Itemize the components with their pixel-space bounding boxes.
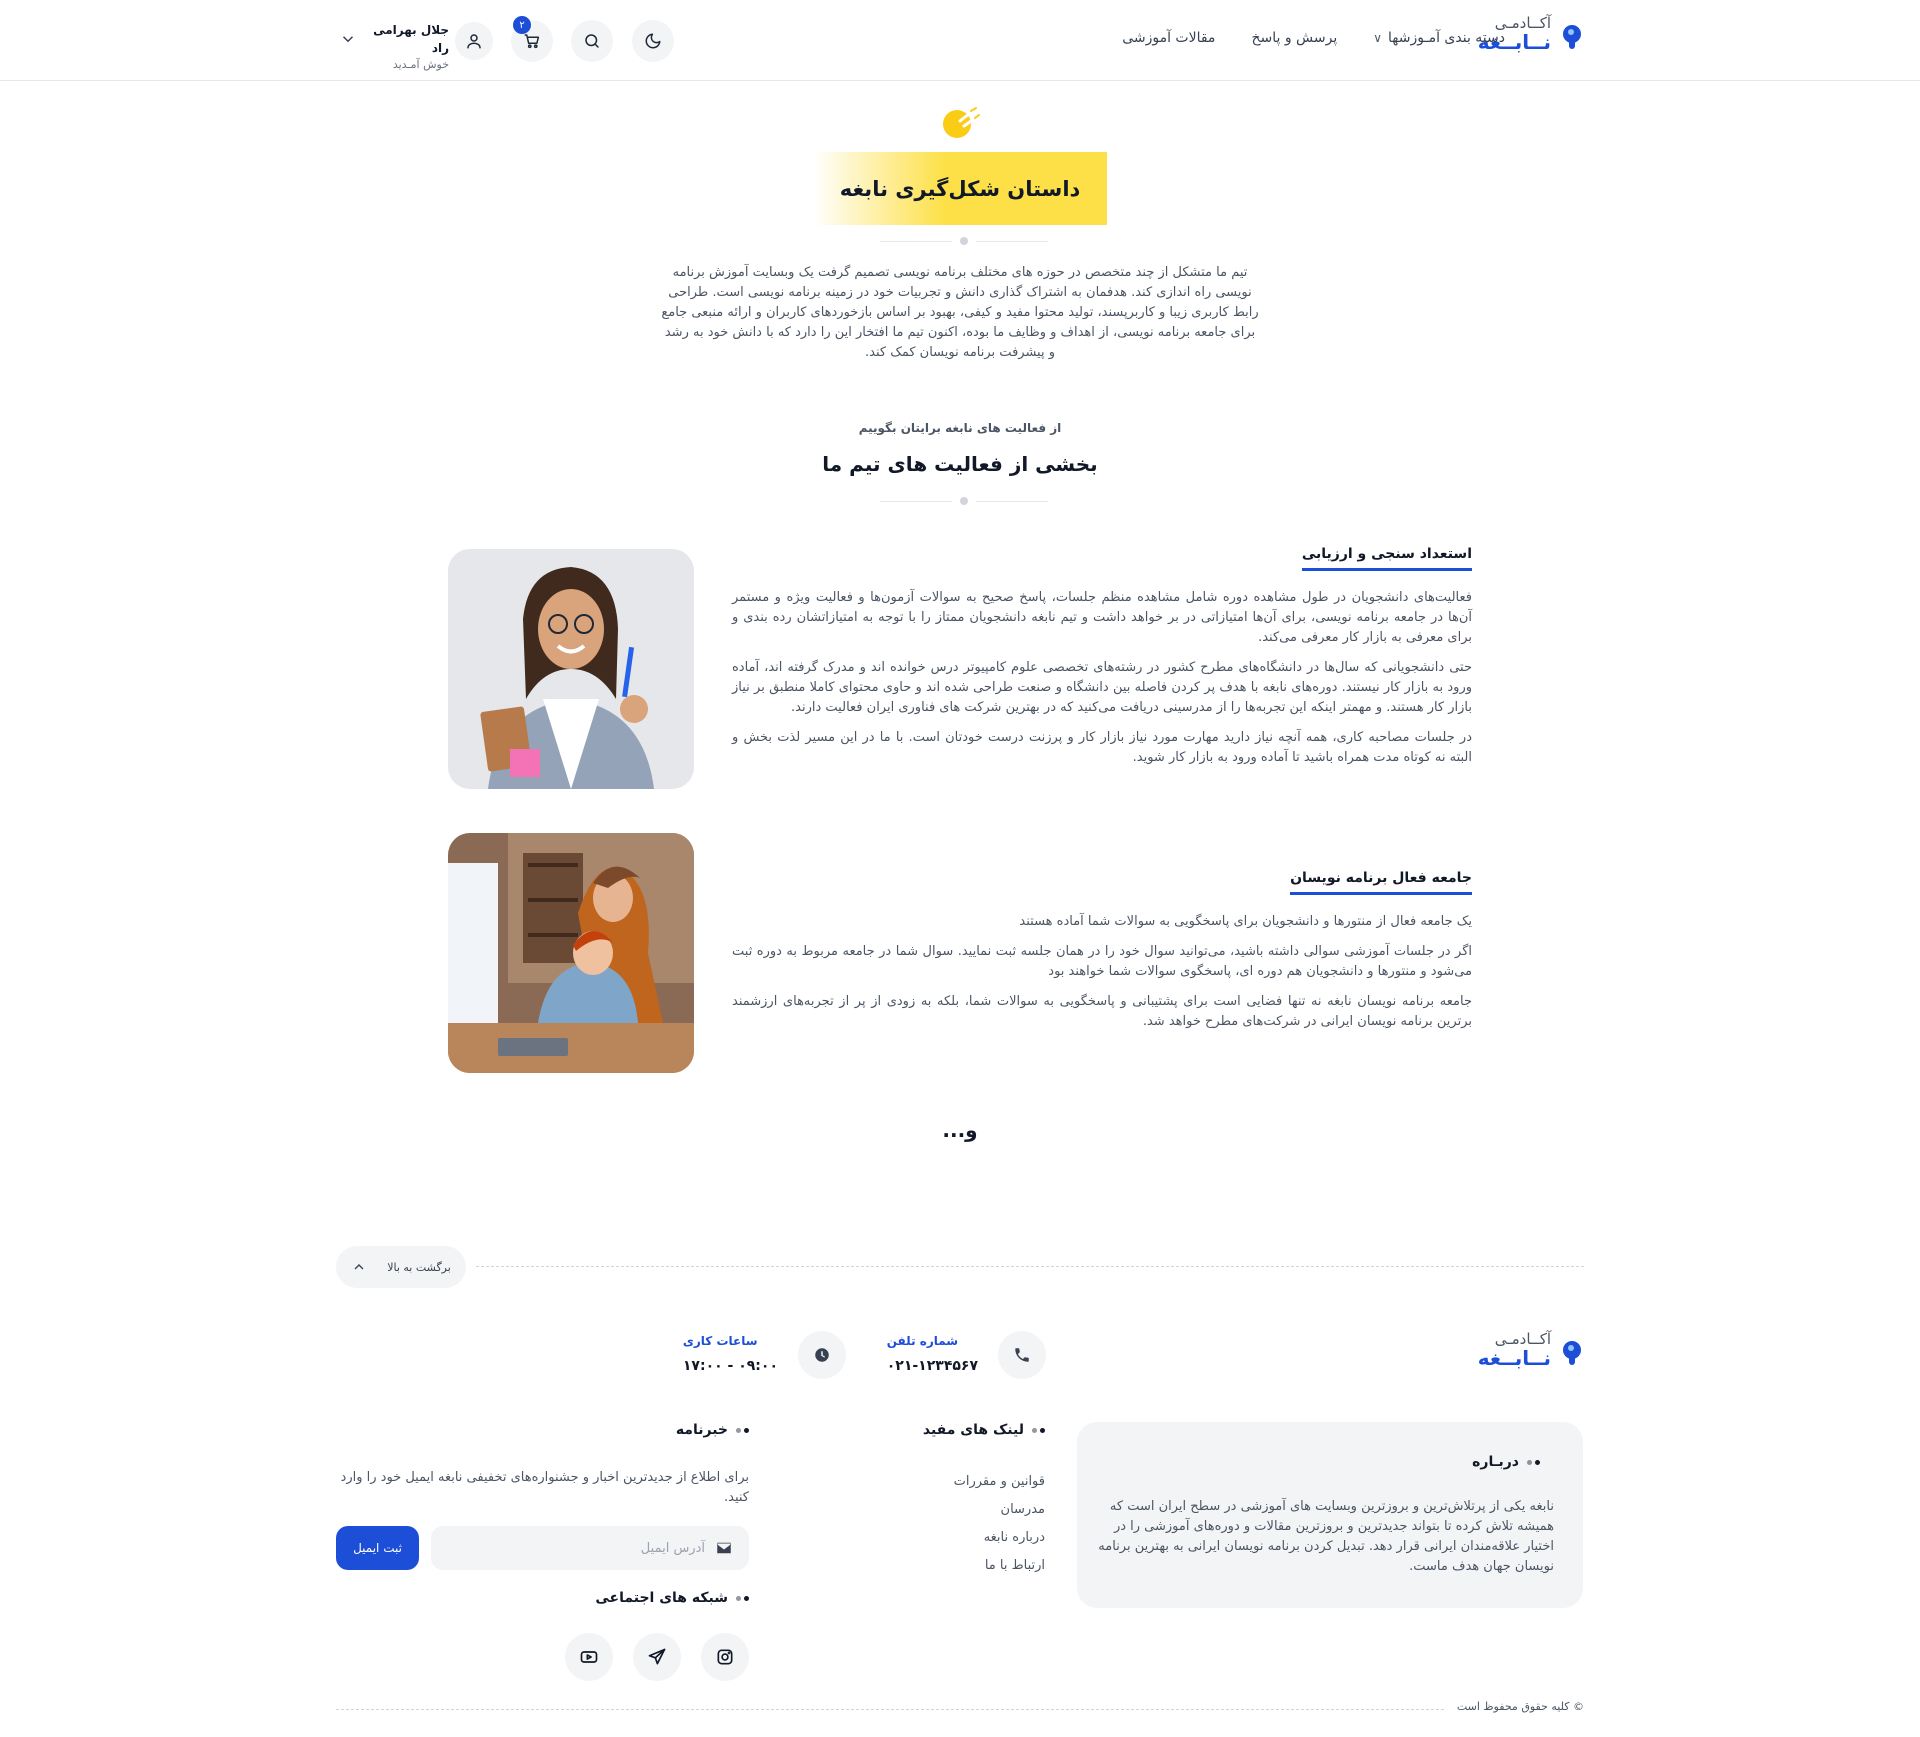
links-heading: لینک های مفید (923, 1422, 1045, 1438)
social-title: شبکه های اجتماعی (595, 1590, 728, 1606)
footer-link-teachers[interactable]: مدرسان (954, 1496, 1045, 1524)
instagram-button[interactable] (701, 1633, 749, 1681)
shooting-star-icon (943, 107, 980, 138)
activity-paragraph: فعالیت‌های دانشجویان در طول مشاهده دوره … (732, 590, 1472, 645)
dots-icon (1032, 1427, 1045, 1433)
phone-contact: شماره تلفن ۰۲۱-۱۲۳۴۵۶۷ (887, 1331, 1046, 1379)
main-nav: دسته بندی آمـوزشها ∨ پرسش و پاسخ مقالات … (1122, 30, 1505, 46)
activity-title: استعداد سنجی و ارزیابی (1301, 546, 1472, 571)
hours-label: ساعات کاری (682, 1334, 758, 1349)
instagram-icon (717, 1649, 733, 1665)
nav-categories[interactable]: دسته بندی آمـوزشها ∨ (1373, 30, 1505, 46)
moon-icon (645, 33, 661, 49)
student-woman-photo (448, 549, 694, 789)
footer-link-rules[interactable]: قوانین و مقررات (954, 1468, 1045, 1496)
activity-paragraph: اگر در جلسات آموزشی سوالی داشته باشید، م… (732, 944, 1472, 979)
cart-button[interactable]: ۲ (511, 16, 553, 62)
telegram-button[interactable] (633, 1633, 681, 1681)
nav-categories-label: دسته بندی آمـوزشها (1388, 30, 1505, 46)
chevron-down-icon (342, 36, 354, 43)
user-name: جلال بهرامی راد (373, 23, 449, 55)
newsletter-text: برای اطلاع از جدیدترین اخبار و جشنواره‌ه… (340, 1470, 749, 1505)
phone-icon (998, 1331, 1046, 1379)
activity-paragraph: جامعه برنامه نویسان نابغه نه تنها فضایی … (732, 994, 1472, 1029)
links-title: لینک های مفید (922, 1422, 1024, 1438)
site-header: آکــادمـی نــابــغه دسته بندی آمـوزشها ∨… (0, 0, 1920, 81)
social-heading: شبکه های اجتماعی (595, 1590, 749, 1606)
footer-logo[interactable]: آکــادمـی نــابــغه (1477, 1331, 1583, 1370)
user-menu-toggle[interactable] (337, 30, 357, 50)
activity-text: فعالیت‌های دانشجویان در طول مشاهده دوره … (732, 588, 1472, 778)
logo-nabegheh-text: نــابــغه (1477, 1345, 1551, 1370)
footer-link-contact[interactable]: ارتباط با ما (954, 1552, 1045, 1580)
about-text: نابغه یکی از پرتلاش‌ترین و بروزترین وبسا… (1098, 1499, 1554, 1574)
submit-email-button[interactable]: ثبت ایمیل (336, 1526, 419, 1570)
copyright-text: © کلیه حقوق محفوظ است (1456, 1700, 1584, 1713)
lightbulb-icon (1561, 1335, 1583, 1366)
search-button[interactable] (571, 20, 613, 62)
email-placeholder: آدرس ایمیل (640, 1540, 705, 1556)
email-field[interactable]: آدرس ایمیل (431, 1526, 749, 1570)
user-info[interactable]: جلال بهرامی راد خوش آمـدید (369, 21, 449, 74)
user-icon (467, 34, 481, 49)
envelope-icon (717, 1542, 731, 1554)
dots-icon (736, 1595, 749, 1601)
and-more-text: و... (942, 1118, 978, 1142)
story-title: داستان شکل‌گیری نابغه (813, 152, 1107, 225)
nav-articles[interactable]: مقالات آموزشی (1122, 30, 1215, 46)
hours-value: ۰۹:۰۰ - ۱۷:۰۰ (682, 1358, 778, 1375)
back-to-top-button[interactable]: برگشت به بالا (336, 1246, 466, 1288)
activities-subtitle: از فعالیت های نابغه برایتان بگوییم (858, 421, 1062, 435)
about-title: دربـاره (1472, 1454, 1519, 1470)
newsletter-heading: خبرنامه (676, 1422, 749, 1438)
chevron-up-icon (354, 1264, 364, 1270)
lightbulb-icon (1561, 19, 1583, 50)
youtube-button[interactable] (565, 1633, 613, 1681)
cart-count-badge: ۲ (513, 16, 531, 34)
phone-label: شماره تلفن (886, 1334, 959, 1349)
story-text: تیم ما متشکل از چند متخصص در حوزه های مخ… (661, 265, 1259, 360)
cart-icon (524, 34, 540, 49)
newsletter-title: خبرنامه (675, 1422, 728, 1438)
footer-divider (476, 1266, 1584, 1267)
user-avatar-button[interactable] (455, 22, 493, 60)
activity-title: جامعه فعال برنامه نویسان (1290, 870, 1472, 895)
welcome-text: خوش آمـدید (392, 58, 449, 71)
activity-paragraph: در جلسات مصاحبه کاری، همه آنچه نیاز داری… (732, 730, 1472, 765)
section-divider (880, 236, 1048, 246)
useful-links: قوانین و مقررات مدرسان درباره نابغه ارتب… (954, 1468, 1045, 1580)
mother-child-computer-photo (448, 833, 694, 1073)
chevron-down-icon: ∨ (1373, 31, 1383, 45)
activity-paragraph: یک جامعه فعال از منتورها و دانشجویان برا… (1019, 914, 1472, 929)
activities-title: بخشی از فعالیت های تیم ما (822, 452, 1098, 476)
footer-link-about[interactable]: درباره نابغه (954, 1524, 1045, 1552)
dark-mode-button[interactable] (632, 20, 674, 62)
hours-contact: ساعات کاری ۰۹:۰۰ - ۱۷:۰۰ (683, 1331, 846, 1379)
dots-icon (736, 1427, 749, 1433)
search-icon (585, 34, 599, 48)
clock-icon (798, 1331, 846, 1379)
section-divider (880, 496, 1048, 506)
phone-value[interactable]: ۰۲۱-۱۲۳۴۵۶۷ (887, 1353, 978, 1380)
activity-text: یک جامعه فعال از منتورها و دانشجویان برا… (732, 912, 1472, 1042)
about-heading: دربـاره (1472, 1454, 1540, 1470)
copyright-divider (336, 1709, 1444, 1710)
activity-paragraph: حتی دانشجویانی که سال‌ها در دانشگاه‌های … (732, 660, 1472, 715)
telegram-icon (648, 1648, 666, 1665)
dots-icon (1527, 1459, 1540, 1465)
back-to-top-label: برگشت به بالا (387, 1260, 451, 1274)
nav-qa[interactable]: پرسش و پاسخ (1251, 30, 1337, 46)
youtube-icon (580, 1651, 598, 1663)
